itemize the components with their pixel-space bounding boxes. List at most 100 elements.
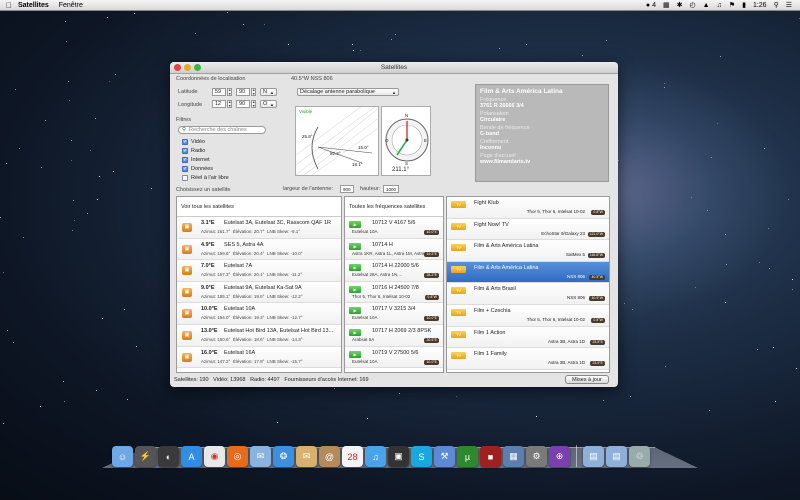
satellites-icon[interactable]: ⊕ (549, 446, 570, 467)
search-icon: ⚲ (182, 127, 187, 133)
firefox-icon[interactable]: ◎ (227, 446, 248, 467)
program-row[interactable]: TV Film & Arts América Latina SatMex 5 116.… (447, 240, 609, 262)
mail-icon[interactable]: ✉ (250, 446, 271, 467)
satellite-elevation: Élévation: 17.8° (232, 358, 265, 364)
filter-internet-checkbox[interactable]: ✓ Internet (182, 157, 210, 163)
filter-freetoair-checkbox[interactable]: Réel à l'air libre (182, 175, 229, 181)
window-controls (174, 64, 201, 71)
star (151, 188, 153, 190)
volume-icon[interactable]: ♫ (717, 2, 722, 9)
status-counter-icon[interactable]: ● 4 (646, 2, 656, 9)
battery-icon[interactable]: ▮ (742, 1, 746, 9)
star (724, 302, 726, 304)
system-prefs-icon[interactable]: ⚙ (526, 446, 547, 467)
minimize-window-button[interactable] (184, 64, 191, 71)
longitude-minutes-field[interactable]: 90 (236, 100, 250, 108)
utorrent-icon[interactable]: µ (457, 446, 478, 467)
height-field[interactable]: 1000 (383, 185, 399, 193)
all-frequencies-header[interactable]: Toutes les fréquences satellites (345, 197, 443, 217)
timemachine-icon[interactable]: ◴ (690, 1, 696, 9)
latitude-minutes-stepper[interactable]: ▲ ▼ (251, 88, 256, 96)
apple-menu-icon[interactable]:  (0, 1, 18, 10)
address-book-icon[interactable]: @ (319, 446, 340, 467)
trash-icon[interactable]: ♲ (629, 446, 650, 467)
program-satellites: Thor 5, Thor 6, Intelsat 10-02 (526, 316, 585, 322)
program-row[interactable]: TV Film & Arts Brasil NSS 806 40.5°W (447, 283, 609, 305)
star (65, 20, 67, 22)
program-row[interactable]: TV Fight Now! TV EchoStar 9/Galaxy 23 121.0… (447, 218, 609, 241)
longitude-direction-select[interactable]: O ▲ (260, 100, 277, 108)
filter-video-checkbox[interactable]: ✓ Vidéo (182, 139, 205, 145)
safari-icon[interactable]: ❂ (273, 446, 294, 467)
all-satellites-header[interactable]: Voir tous les satellites (177, 197, 341, 217)
dish-mode-select[interactable]: Décalage antenne parabolique ▲ (297, 88, 399, 96)
downloads-folder-icon[interactable]: ▤ (606, 446, 627, 467)
clock[interactable]: 1:26 (753, 2, 767, 9)
flag-icon[interactable]: ⚑ (729, 1, 735, 9)
program-row[interactable]: TV Film + Czechia Thor 5, Thor 6, Intelsat… (447, 304, 609, 327)
star (41, 166, 43, 168)
zoom-window-button[interactable] (194, 64, 201, 71)
xcode-icon[interactable]: ⚒ (434, 446, 455, 467)
menu-app-name[interactable]: Satellites (18, 2, 49, 9)
satellite-row[interactable]: ▣ 16.0°E Eutelsat 16A Azimut: 147.2° Élévat… (177, 346, 341, 369)
longitude-degrees-field[interactable]: 12 (212, 100, 226, 108)
dashboard-icon[interactable]: ◐ (158, 446, 179, 467)
satellite-row[interactable]: ▣ 4.9°E SES 5, Astra 4A Azimut: 159.6° Élév… (177, 238, 341, 261)
launchpad-icon[interactable]: ⚡ (135, 446, 156, 467)
frequency-row[interactable]: ▶ 10717 V 3215 3/4 Eutelsat 10A 10.0°E (345, 303, 443, 325)
frequency-row[interactable]: ▶ 10719 V 27500 5/6 Eutelsat 10A 10.0°E (345, 346, 443, 369)
program-row[interactable]: TV Film & Arts América Latina NSS 806 40.5°… (447, 261, 609, 284)
info-home[interactable]: www.filmandarts.tv (480, 159, 604, 165)
star (277, 422, 279, 424)
spotlight-icon[interactable]: ⚲ (774, 1, 779, 9)
longitude-degrees-stepper[interactable]: ▲ ▼ (227, 100, 232, 108)
filter-data-checkbox[interactable]: ✓ Données (182, 166, 213, 172)
antenna-width-field[interactable]: 900 (340, 185, 354, 193)
finder-icon[interactable]: ☺ (112, 446, 133, 467)
itunes-icon[interactable]: ♫ (365, 446, 386, 467)
calendar-icon[interactable]: 28 (342, 446, 363, 467)
grid-icon[interactable]: ▦ (663, 1, 670, 9)
skype-icon[interactable]: S (411, 446, 432, 467)
frequency-row[interactable]: ▶ 10712 V 4167 5/6 Eutelsat 10A 10.0°E (345, 217, 443, 239)
search-placeholder: Recherche des chaînes (189, 127, 247, 133)
preview-icon[interactable]: ▦ (503, 446, 524, 467)
latitude-minutes-field[interactable]: 90 (236, 88, 250, 96)
title-bar[interactable]: Satellites (170, 62, 618, 74)
satellite-row[interactable]: ▣ 7.0°E Eutelsat 7A Azimut: 157.3° Élévatio… (177, 260, 341, 282)
notification-icon[interactable]: ☰ (786, 1, 792, 9)
longitude-minutes-stepper[interactable]: ▲ ▼ (251, 100, 256, 108)
satellite-row[interactable]: ▣ 13.0°E Eutelsat Hot Bird 13A, Eutelsat H… (177, 324, 341, 347)
frequency-row[interactable]: ▶ 10716 H 24500 7/8 Thor 5, Thor 6, Intels… (345, 281, 443, 304)
close-window-button[interactable] (174, 64, 181, 71)
wifi-icon[interactable]: ▲ (703, 2, 710, 9)
satellite-row[interactable]: ▣ 9.0°E Eutelsat 9A, Eutelsat Ka-Sat 9A Azi… (177, 281, 341, 304)
update-button[interactable]: Mises à jour (565, 375, 609, 384)
satellite-row[interactable]: ▣ 3.1°E Eutelsat 3A, Eutelsat 3C, Rasscom … (177, 217, 341, 239)
program-row[interactable]: TV Film 1 Action Astra 3B, Astra 1D 23.5°E (447, 326, 609, 349)
angle-d-label: 18.1° (352, 162, 363, 167)
documents-folder-icon[interactable]: ▤ (583, 446, 604, 467)
frequency-row[interactable]: ▶ 10717 H 2069 2/3 8PSK Arabsat 5A 30.5°E (345, 324, 443, 347)
menu-window[interactable]: Fenêtre (59, 2, 83, 9)
latitude-degrees-field[interactable]: 59 (212, 88, 226, 96)
app-store-icon[interactable]: A (181, 446, 202, 467)
star (352, 49, 354, 51)
chrome-icon[interactable]: ◉ (204, 446, 225, 467)
program-row[interactable]: TV Fight Klub Thor 5, Thor 6, Intelsat 10-… (447, 197, 609, 219)
frequency-row[interactable]: ▶ 10714 H Astra 1KR, Astra 1L, Astra 1M, A… (345, 238, 443, 261)
bluetooth-icon[interactable]: ✱ (677, 1, 683, 9)
mail-stamp-icon[interactable]: ✉ (296, 446, 317, 467)
star (113, 170, 115, 172)
filter-radio-checkbox[interactable]: ✓ Radio (182, 148, 205, 154)
program-row[interactable]: TV Film 1 Family Astra 3B, Astra 1D 23.5°E (447, 348, 609, 370)
longitude-label: Longitude (178, 102, 203, 108)
satellite-row[interactable]: ▣ 10.0°E Eutelsat 10A Azimut: 154.0° Élévat… (177, 303, 341, 325)
channel-search-input[interactable]: ⚲ Recherche des chaînes (178, 126, 266, 134)
frequency-row[interactable]: ▶ 10714 H 22000 5/6 Eutelsat 28A, Astra 1N… (345, 260, 443, 282)
latitude-degrees-stepper[interactable]: ▲ ▼ (227, 88, 232, 96)
latitude-direction-select[interactable]: N ▲ (260, 88, 277, 96)
photo-icon[interactable]: ▣ (388, 446, 409, 467)
photobooth-icon[interactable]: ■ (480, 446, 501, 467)
